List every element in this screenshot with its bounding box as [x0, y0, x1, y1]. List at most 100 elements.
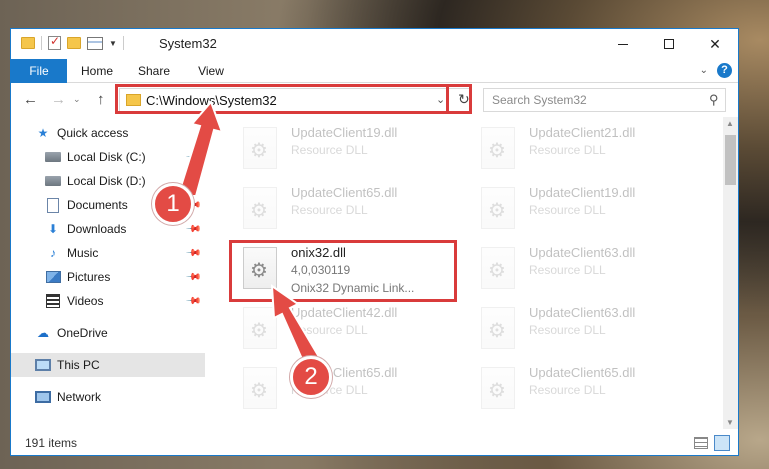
close-button[interactable]: ✕ — [692, 29, 738, 59]
pin-icon[interactable]: 📌 — [184, 293, 201, 310]
list-item[interactable]: UpdateClient19.dll Resource DLL — [221, 119, 451, 179]
dll-file-icon — [481, 367, 515, 409]
videos-icon — [46, 294, 60, 308]
properties-check-icon[interactable] — [48, 34, 61, 50]
list-item[interactable]: UpdateClient21.dll Resource DLL — [459, 119, 689, 179]
file-name: UpdateClient19.dll — [529, 185, 636, 200]
tab-view[interactable]: View — [187, 59, 235, 83]
address-path[interactable]: C:\Windows\System32 — [146, 93, 277, 108]
dll-file-icon — [481, 187, 515, 229]
sidebar-item-label: Downloads — [67, 222, 127, 236]
list-item[interactable]: UpdateClient65.dll Resource DLL — [459, 359, 689, 419]
up-arrow-icon[interactable]: ↑ — [97, 91, 105, 108]
sidebar-item-label: Pictures — [67, 270, 111, 284]
file-version: 4,0,030119 — [291, 263, 351, 277]
dll-file-icon — [481, 307, 515, 349]
tab-share[interactable]: Share — [130, 59, 178, 83]
toolbar-separator — [122, 36, 124, 50]
disk-icon — [45, 176, 61, 186]
address-row: ← → ⌄ ↑ C:\Windows\System32 ⌄ ↻ ⚲ — [11, 85, 738, 115]
file-name: UpdateClient21.dll — [529, 125, 636, 140]
sidebar-item-music[interactable]: ♪ Music 📌 — [11, 241, 205, 265]
pin-icon[interactable]: 📌 — [184, 149, 201, 166]
file-name: onix32.dll — [291, 245, 346, 260]
search-input[interactable] — [492, 93, 692, 107]
help-icon[interactable]: ? — [717, 63, 732, 78]
pin-icon[interactable]: 📌 — [184, 269, 201, 286]
sidebar-item-quick-access[interactable]: ★ Quick access — [11, 121, 205, 145]
pin-icon[interactable]: 📌 — [184, 221, 201, 238]
scrollbar-thumb[interactable] — [725, 135, 736, 185]
maximize-icon — [664, 39, 674, 49]
list-item-onix32[interactable]: onix32.dll 4,0,030119 Onix32 Dynamic Lin… — [221, 239, 451, 299]
window-title: System32 — [159, 36, 217, 51]
sidebar-item-local-disk-c[interactable]: Local Disk (C:) 📌 — [11, 145, 205, 169]
properties-icon[interactable] — [87, 36, 103, 50]
sidebar-item-label: Videos — [67, 294, 104, 308]
list-item[interactable]: UpdateClient19.dll Resource DLL — [459, 179, 689, 239]
disk-icon — [45, 152, 61, 162]
music-icon: ♪ — [50, 246, 56, 260]
sidebar-item-onedrive[interactable]: ☁ OneDrive — [11, 321, 205, 345]
refresh-icon[interactable]: ↻ — [458, 91, 471, 109]
pin-icon[interactable]: 📌 — [184, 173, 201, 190]
navigation-pane: ★ Quick access Local Disk (C:) 📌 Local D… — [11, 117, 205, 429]
tab-file[interactable]: File — [11, 59, 67, 83]
folder-icon[interactable] — [21, 37, 35, 49]
network-icon — [35, 391, 51, 403]
expand-ribbon-icon[interactable]: ⌄ — [700, 65, 708, 76]
recent-locations-icon[interactable]: ⌄ — [73, 94, 81, 105]
minimize-button[interactable] — [600, 29, 646, 59]
forward-arrow-icon[interactable]: → — [51, 91, 66, 108]
file-list: UpdateClient19.dll Resource DLL UpdateCl… — [211, 117, 723, 429]
file-name: UpdateClient63.dll — [529, 245, 636, 260]
list-item[interactable]: UpdateClient63.dll Resource DLL — [459, 299, 689, 359]
sidebar-item-network[interactable]: Network — [11, 385, 205, 409]
dll-file-icon — [481, 127, 515, 169]
close-icon: ✕ — [709, 35, 721, 52]
list-item[interactable]: UpdateClient65.dll Resource DLL — [221, 179, 451, 239]
search-box[interactable]: ⚲ — [483, 88, 726, 112]
sidebar-item-pictures[interactable]: Pictures 📌 — [11, 265, 205, 289]
dll-file-icon — [481, 247, 515, 289]
tab-home[interactable]: Home — [73, 59, 121, 83]
chevron-down-icon[interactable]: ⌄ — [436, 93, 445, 106]
scroll-down-icon[interactable]: ▼ — [726, 418, 734, 427]
dll-file-icon — [243, 367, 277, 409]
explorer-window: ▼ System32 ✕ File Home Share View ⌄ ? ← … — [10, 28, 739, 456]
maximize-button[interactable] — [646, 29, 692, 59]
star-icon: ★ — [37, 126, 49, 140]
file-name: UpdateClient19.dll — [291, 125, 398, 140]
list-item[interactable]: UpdateClient42.dll Resource DLL — [221, 299, 451, 359]
address-bar[interactable]: C:\Windows\System32 ⌄ ↻ — [119, 88, 471, 112]
file-type: Resource DLL — [529, 143, 606, 157]
computer-icon — [35, 359, 51, 371]
details-view-icon[interactable] — [694, 437, 708, 449]
documents-icon — [47, 197, 59, 213]
large-icons-view-icon[interactable] — [714, 435, 730, 451]
file-type: Resource DLL — [529, 383, 606, 397]
sidebar-item-this-pc[interactable]: This PC — [11, 353, 205, 377]
file-name: UpdateClient63.dll — [529, 305, 636, 320]
file-type: Resource DLL — [291, 143, 368, 157]
chevron-down-icon[interactable]: ▼ — [109, 39, 117, 48]
list-item[interactable]: UpdateClient65.dll Resource DLL — [221, 359, 451, 419]
sidebar-item-videos[interactable]: Videos 📌 — [11, 289, 205, 313]
sidebar-item-label: Quick access — [57, 126, 129, 140]
pin-icon[interactable]: 📌 — [184, 245, 201, 262]
minimize-icon — [618, 43, 628, 45]
sidebar-item-label: Local Disk (D:) — [67, 174, 146, 188]
vertical-scrollbar[interactable]: ▲ ▼ — [723, 117, 738, 429]
sidebar-item-label: Documents — [67, 198, 128, 212]
dll-file-icon — [243, 187, 277, 229]
ribbon: File Home Share View ⌄ ? — [11, 59, 738, 83]
back-arrow-icon[interactable]: ← — [23, 91, 38, 108]
quick-access-toolbar: ▼ — [21, 34, 124, 50]
scroll-up-icon[interactable]: ▲ — [726, 119, 734, 128]
search-icon[interactable]: ⚲ — [709, 92, 719, 108]
sidebar-item-label: OneDrive — [57, 326, 108, 340]
new-folder-icon[interactable] — [67, 37, 81, 49]
sidebar-item-label: Network — [57, 390, 102, 404]
title-bar: ▼ System32 ✕ — [11, 29, 738, 59]
list-item[interactable]: UpdateClient63.dll Resource DLL — [459, 239, 689, 299]
